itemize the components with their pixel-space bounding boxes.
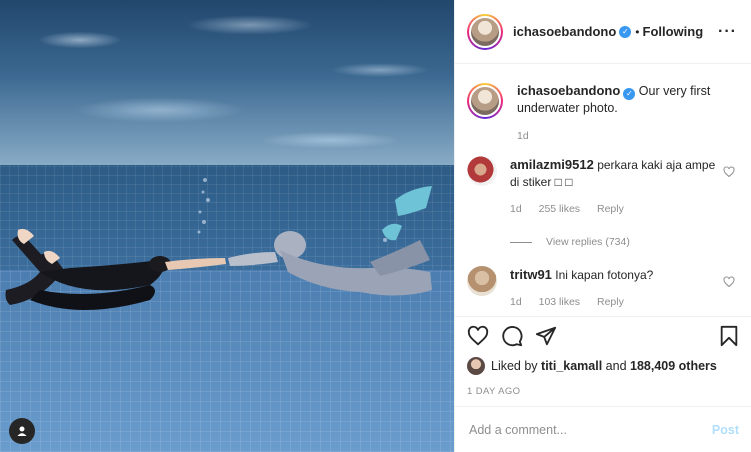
- following-button[interactable]: Following: [643, 24, 704, 39]
- comment-body: amilazmi9512 perkara kaki aja ampe di st…: [510, 156, 720, 218]
- user-tag-button[interactable]: [9, 418, 35, 444]
- likes-prefix: Liked by: [491, 359, 538, 373]
- post-actions: Liked by titi_kamall and 188,409 others …: [455, 316, 751, 397]
- commenter-avatar[interactable]: [467, 156, 497, 186]
- reply-button[interactable]: Reply: [597, 296, 624, 308]
- comment-text: Ini kapan fotonya?: [555, 268, 654, 282]
- likes-others-link[interactable]: 188,409 others: [630, 359, 717, 373]
- likes-summary: Liked by titi_kamall and 188,409 others: [467, 357, 739, 375]
- view-replies-button[interactable]: View replies (734): [510, 236, 737, 248]
- replies-divider: [510, 241, 532, 243]
- comment-meta: 1d 103 likes Reply: [510, 294, 720, 311]
- liker-username[interactable]: titi_kamall: [541, 359, 602, 373]
- separator-dot: •: [635, 24, 640, 39]
- user-icon: [17, 426, 27, 436]
- liker-avatar[interactable]: [467, 357, 485, 375]
- post-caption: ichasoebandono ✓ Our very first underwate…: [467, 83, 737, 144]
- post-comment-button[interactable]: Post: [712, 423, 739, 437]
- action-icons: [467, 317, 739, 355]
- comment-input[interactable]: [469, 422, 712, 437]
- author-avatar[interactable]: [467, 13, 503, 50]
- caption-body: ichasoebandono ✓ Our very first underwate…: [517, 83, 737, 144]
- post-panel: ichasoebandono ✓ • Following ··· ichasoe…: [454, 0, 751, 452]
- send-icon[interactable]: [535, 325, 557, 347]
- caption-age: 1d: [517, 130, 529, 142]
- commenter-avatar[interactable]: [467, 266, 497, 296]
- comment-age: 1d: [510, 296, 522, 308]
- post-header: ichasoebandono ✓ • Following ···: [455, 0, 751, 64]
- comment-author[interactable]: tritw91: [510, 267, 552, 282]
- swimmers-illustration: [5, 178, 432, 310]
- comment-body: tritw91 Ini kapan fotonya? 1d 103 likes …: [510, 266, 720, 311]
- reply-button[interactable]: Reply: [597, 203, 624, 215]
- comment-like-heart-icon[interactable]: [723, 166, 735, 178]
- add-comment-bar: Post: [455, 406, 751, 452]
- comment-likes[interactable]: 255 likes: [539, 203, 580, 215]
- comment-meta: 1d 255 likes Reply: [510, 201, 720, 218]
- comment-item: tritw91 Ini kapan fotonya? 1d 103 likes …: [467, 266, 737, 311]
- comment-icon[interactable]: [501, 325, 523, 347]
- likes-and: and: [605, 359, 627, 373]
- caption-author-avatar[interactable]: [467, 83, 503, 119]
- comment-item: amilazmi9512 perkara kaki aja ampe di st…: [467, 156, 737, 218]
- heart-icon[interactable]: [467, 325, 489, 347]
- verified-badge-icon: ✓: [623, 88, 636, 100]
- author-username[interactable]: ichasoebandono: [513, 24, 616, 39]
- comment-author[interactable]: amilazmi9512: [510, 157, 594, 172]
- comment-like-heart-icon[interactable]: [723, 276, 735, 288]
- bookmark-icon[interactable]: [719, 325, 739, 347]
- comments-list: ichasoebandono ✓ Our very first underwate…: [455, 65, 751, 315]
- verified-badge-icon: ✓: [619, 25, 632, 38]
- comment-likes[interactable]: 103 likes: [539, 296, 580, 308]
- more-options-icon[interactable]: ···: [718, 23, 737, 41]
- caption-author[interactable]: ichasoebandono: [517, 83, 620, 98]
- post-photo[interactable]: [0, 0, 454, 452]
- post-timestamp: 1 DAY AGO: [467, 386, 521, 397]
- comment-age: 1d: [510, 203, 522, 215]
- view-replies-label: View replies (734): [546, 236, 630, 248]
